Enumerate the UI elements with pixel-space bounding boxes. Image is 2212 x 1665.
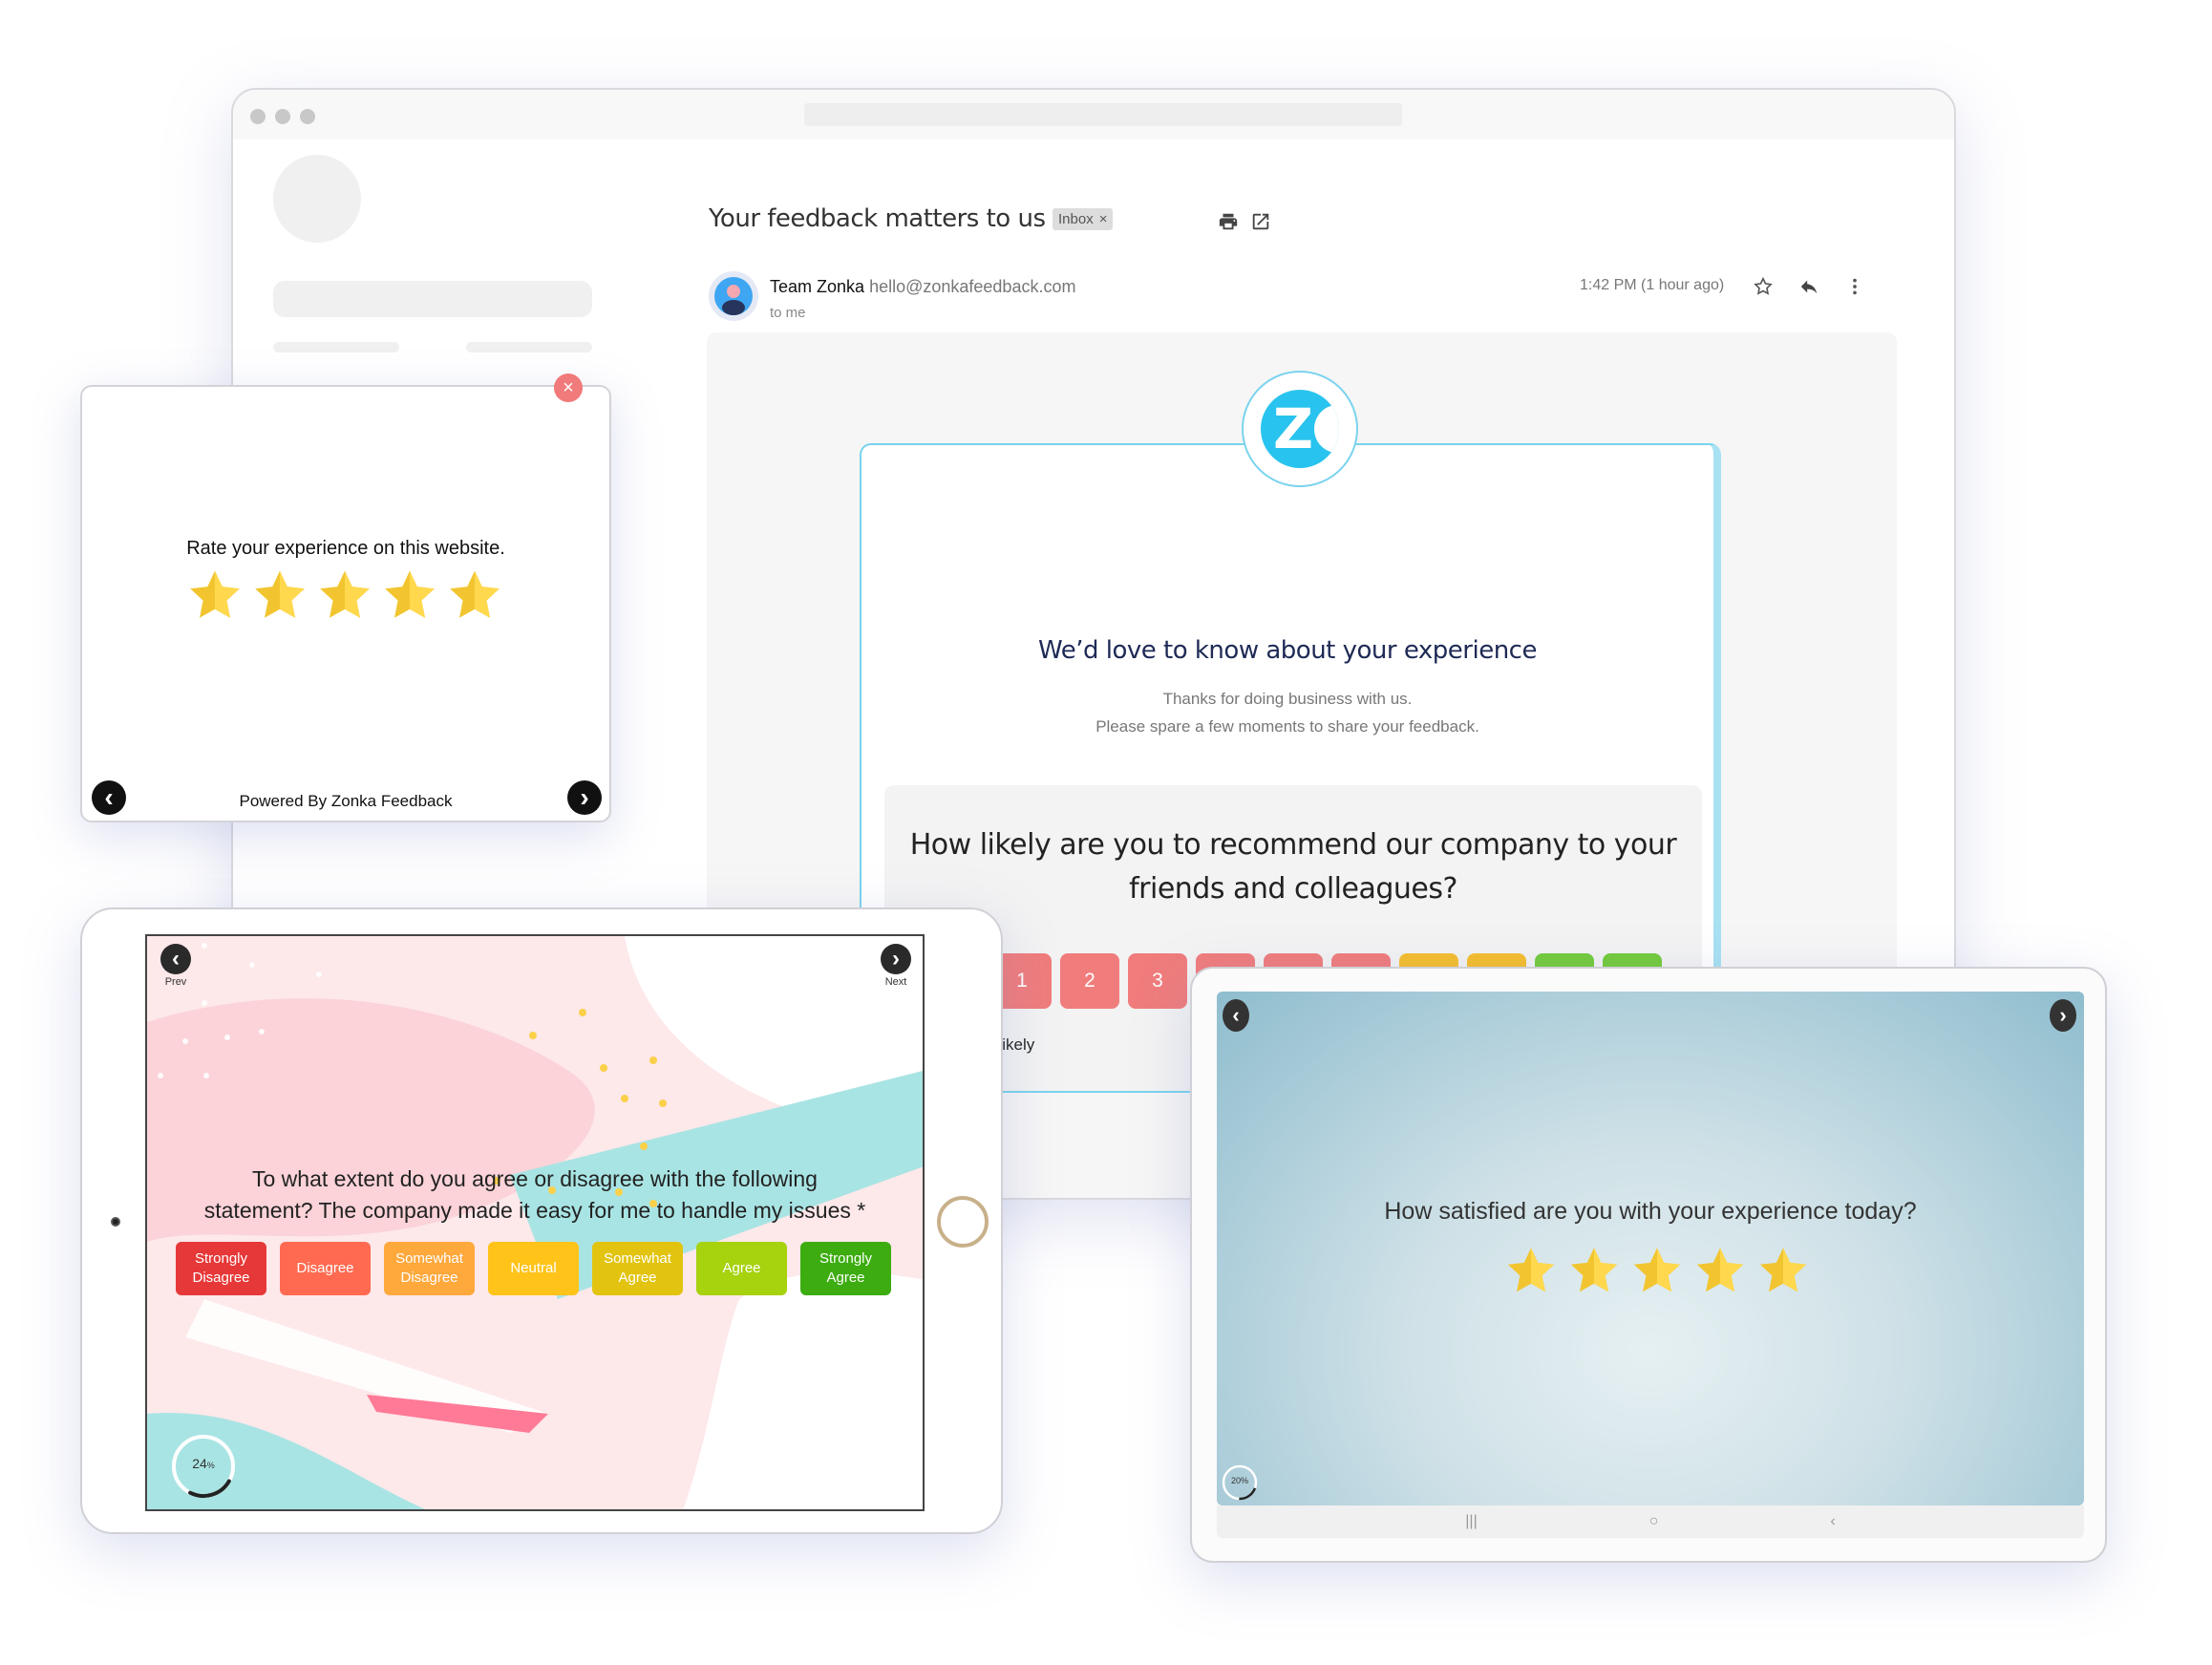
- popup-question: Rate your experience on this website.: [186, 538, 505, 559]
- window-control-dot[interactable]: [250, 109, 266, 124]
- logo-letter: Z: [1272, 396, 1314, 461]
- next-label: Next: [884, 976, 907, 988]
- star-icon[interactable]: [1566, 1244, 1622, 1304]
- star-icon[interactable]: [1755, 1244, 1811, 1304]
- browser-title-bar: [233, 90, 1954, 139]
- survey-title: We’d love to know about your experience: [1038, 636, 1537, 665]
- email-timestamp: 1:42 PM (1 hour ago): [1580, 277, 1725, 293]
- star-icon[interactable]: [445, 566, 504, 630]
- remove-label-icon[interactable]: ×: [1099, 211, 1108, 227]
- recipient-text[interactable]: to me: [770, 305, 806, 321]
- likert-option-label: Strongly Disagree: [192, 1250, 250, 1286]
- nps-option-2[interactable]: 2: [1060, 953, 1119, 1009]
- progress-text: 20%: [1230, 1476, 1248, 1485]
- android-nav-bar: ||| ○ ‹: [1217, 1505, 2084, 1538]
- email-subject: Your feedback matters to us: [709, 204, 1046, 233]
- tablet-survey-screen: ‹ › How satisfied are you with your expe…: [1217, 992, 2084, 1505]
- next-button[interactable]: ›: [567, 780, 602, 815]
- likert-option[interactable]: Somewhat Agree: [592, 1242, 683, 1295]
- likert-option-label: Strongly Agree: [819, 1250, 873, 1286]
- print-icon[interactable]: [1215, 208, 1242, 235]
- likert-option[interactable]: Disagree: [280, 1242, 371, 1295]
- chevron-right-icon: ›: [580, 782, 589, 812]
- likert-option[interactable]: Strongly Agree: [800, 1242, 891, 1295]
- nps-question-line: friends and colleagues?: [1129, 872, 1457, 906]
- sender-email[interactable]: hello@zonkafeedback.com: [869, 277, 1075, 296]
- website-popup-survey: × Rate your experience on this website. …: [80, 374, 611, 822]
- address-bar[interactable]: [804, 103, 1402, 126]
- progress-value: 24: [192, 1456, 207, 1471]
- likert-option-label: Agree: [722, 1260, 761, 1276]
- prev-button[interactable]: ‹: [1223, 999, 1249, 1032]
- progress-unit: %: [206, 1461, 215, 1470]
- survey-subtitle: Please spare a few moments to share your…: [1095, 717, 1479, 736]
- chevron-left-icon: ‹: [172, 946, 180, 971]
- star-icon[interactable]: [250, 566, 309, 630]
- ipad-device: ‹ Prev › Next To what extent do you agre…: [80, 907, 1003, 1534]
- camera-dot: [111, 1217, 120, 1227]
- ipad-survey-screen: ‹ Prev › Next To what extent do you agre…: [145, 934, 925, 1511]
- star-icon[interactable]: [1629, 1244, 1685, 1304]
- likert-option[interactable]: Strongly Disagree: [176, 1242, 266, 1295]
- inbox-label-text: Inbox: [1058, 211, 1094, 227]
- likert-scale: Strongly Disagree Disagree Somewhat Disagree…: [176, 1242, 891, 1295]
- nps-question: How likely are you to recommend our comp…: [884, 823, 1702, 911]
- star-icon[interactable]: [1692, 1244, 1748, 1304]
- likert-option-label: Neutral: [510, 1260, 557, 1276]
- close-icon[interactable]: ×: [554, 374, 583, 402]
- sender-name: Team Zonka: [770, 277, 865, 296]
- back-icon[interactable]: ‹: [1830, 1513, 1835, 1530]
- nps-option-3[interactable]: 3: [1128, 953, 1187, 1009]
- star-icon[interactable]: [185, 566, 245, 630]
- chevron-right-icon: ›: [2059, 1003, 2067, 1027]
- likert-option-label: Disagree: [296, 1260, 354, 1276]
- window-control-dot[interactable]: [275, 109, 290, 124]
- chevron-left-icon: ‹: [1232, 1003, 1240, 1027]
- recent-apps-icon[interactable]: |||: [1465, 1513, 1477, 1530]
- home-button[interactable]: [937, 1196, 989, 1248]
- sender-line: Team Zonka hello@zonkafeedback.com: [770, 277, 1075, 297]
- likert-option-label: Somewhat Disagree: [395, 1250, 463, 1286]
- star-icon[interactable]: [380, 566, 439, 630]
- likert-option[interactable]: Neutral: [488, 1242, 579, 1295]
- progress-indicator: 20%: [1221, 1463, 1259, 1505]
- likert-question-line: statement? The company made it easy for …: [203, 1198, 866, 1223]
- chevron-right-icon: ›: [892, 946, 900, 971]
- placeholder-bar: [273, 342, 399, 352]
- nps-question-line: How likely are you to recommend our comp…: [909, 828, 1677, 862]
- android-tablet-device: ‹ › How satisfied are you with your expe…: [1190, 967, 2107, 1563]
- reply-icon[interactable]: [1796, 273, 1822, 300]
- popup-star-rating: [185, 566, 504, 630]
- likert-option-label: Somewhat Agree: [604, 1250, 671, 1286]
- likert-option[interactable]: Agree: [696, 1242, 787, 1295]
- star-icon[interactable]: [1750, 273, 1776, 300]
- sender-avatar[interactable]: [709, 271, 758, 321]
- next-button[interactable]: ›: [2050, 999, 2076, 1032]
- likert-question-line: To what extent do you agree or disagree …: [252, 1166, 818, 1191]
- progress-text: 24%: [170, 1456, 237, 1471]
- next-button[interactable]: ›: [881, 944, 911, 974]
- progress-indicator: 24%: [170, 1433, 237, 1505]
- zonka-logo: Z: [1242, 371, 1358, 487]
- placeholder-bar: [273, 281, 592, 317]
- placeholder-bar: [466, 342, 592, 352]
- home-icon[interactable]: ○: [1649, 1513, 1659, 1530]
- likert-question: To what extent do you agree or disagree …: [147, 1163, 923, 1227]
- csat-question: How satisfied are you with your experien…: [1384, 1198, 1917, 1225]
- logo-bite-shape: [1314, 405, 1339, 453]
- star-icon[interactable]: [315, 566, 374, 630]
- window-control-dot[interactable]: [300, 109, 315, 124]
- star-icon[interactable]: [1503, 1244, 1559, 1304]
- likert-option[interactable]: Somewhat Disagree: [384, 1242, 475, 1295]
- open-in-new-icon[interactable]: [1247, 208, 1274, 235]
- zonka-logo-icon: Z: [1261, 390, 1339, 468]
- prev-button[interactable]: ‹: [160, 944, 191, 974]
- inbox-label[interactable]: Inbox ×: [1053, 208, 1114, 230]
- powered-by-text: Powered By Zonka Feedback: [239, 792, 453, 810]
- tablet-star-rating: [1503, 1244, 1811, 1304]
- more-vert-icon[interactable]: [1841, 273, 1868, 300]
- placeholder-avatar: [273, 155, 361, 243]
- survey-subtitle: Thanks for doing business with us.: [1162, 690, 1413, 708]
- prev-label: Prev: [164, 976, 187, 988]
